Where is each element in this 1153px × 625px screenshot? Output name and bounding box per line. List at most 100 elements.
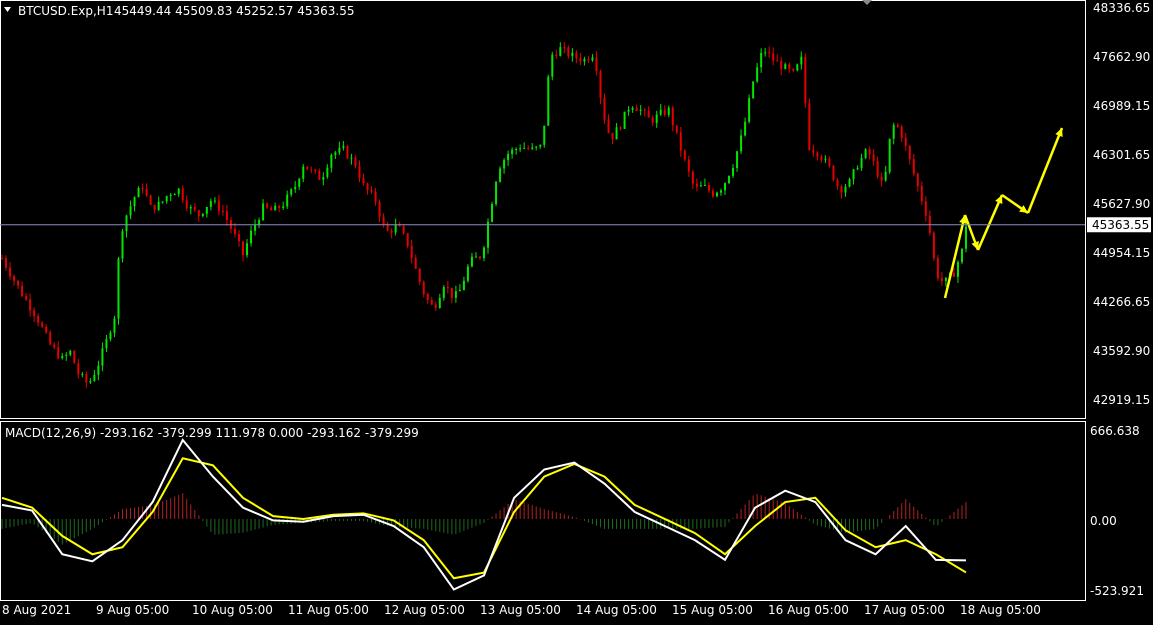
bull-candle [539,144,542,147]
bull-candle [250,230,253,244]
bull-candle [201,213,204,217]
bull-candle [350,157,353,159]
bull-candle [784,64,787,70]
bear-candle [880,176,883,181]
bull-candle [848,179,851,187]
price-tick: 46301.65 [1093,148,1150,162]
bear-candle [374,191,377,202]
bull-candle [960,248,963,263]
bull-candle [744,121,747,136]
bear-candle [611,132,614,140]
bear-candle [221,210,224,212]
bull-candle [462,280,465,291]
bull-candle [394,224,397,233]
bull-candle [844,186,847,193]
bull-candle [728,175,731,184]
bull-candle [571,52,574,57]
bear-candle [695,183,698,187]
bear-candle [643,109,646,111]
trading-terminal-window: BTCUSD.Exp,H1 45449.44 45509.83 45252.57… [0,0,1153,621]
bear-candle [792,68,795,71]
bull-candle [209,201,212,207]
bull-candle [129,206,132,216]
bear-candle [346,146,349,159]
bear-candle [936,258,939,279]
bear-candle [579,58,582,62]
bear-candle [808,103,811,150]
bear-candle [29,299,32,311]
bear-candle [836,179,839,187]
bull-candle [507,153,510,161]
one-click-trading-toggle-icon[interactable] [862,0,872,5]
bear-candle [816,152,819,157]
bear-candle [233,228,236,235]
current-price-label: 45363.55 [1092,218,1149,232]
bull-candle [322,177,325,180]
bull-candle [326,167,329,178]
bull-candle [503,160,506,169]
bull-candle [956,262,959,277]
bear-candle [266,203,269,208]
bull-candle [137,188,140,198]
chart-canvas[interactable]: BTCUSD.Exp,H1 45449.44 45509.83 45252.57… [0,0,1153,621]
bull-candle [125,215,128,232]
bull-candle [667,107,670,115]
bear-candle [679,132,682,151]
symbol-menu-triangle-icon[interactable] [4,7,11,12]
time-tick: 9 Aug 05:00 [96,603,169,617]
bear-candle [382,216,385,225]
bull-candle [89,380,92,383]
bull-candle [69,350,72,355]
bull-candle [483,247,485,259]
forecast-arrows [943,127,1064,299]
price-tick: 42919.15 [1093,393,1150,407]
bull-candle [93,374,96,381]
bear-candle [872,154,875,162]
bull-candle [286,194,289,207]
bull-candle [487,221,490,248]
bull-candle [551,54,554,77]
bull-candle [703,184,706,186]
bear-candle [402,226,405,234]
bear-candle [908,145,911,160]
bull-candle [892,124,895,139]
bull-candle [639,109,642,111]
bear-candle [13,276,16,281]
bear-candle [414,258,417,269]
bull-candle [105,339,108,349]
bear-candle [145,189,148,196]
price-tick: 44954.15 [1093,246,1150,260]
bull-candle [274,205,277,211]
bear-candle [711,190,714,197]
bear-candle [386,224,389,231]
time-axis[interactable]: 8 Aug 2021 9 Aug 05:00 10 Aug 05:00 11 A… [2,603,1041,617]
bear-candle [587,58,590,61]
bear-candle [683,150,686,160]
macd-scale-axis[interactable]: 666.638 0.00 -523.921 [1090,424,1144,598]
bear-candle [306,166,309,170]
bear-candle [607,119,610,133]
bull-candle [724,183,726,191]
forecast-segment [1026,127,1064,214]
bear-candle [900,126,903,138]
bear-candle [868,149,871,155]
bear-candle [53,344,56,348]
bull-candle [736,151,739,168]
bear-candle [768,52,771,54]
bear-candle [33,310,36,317]
bull-candle [531,147,534,149]
bull-candle [756,67,759,82]
bear-candle [671,107,674,126]
bull-candle [888,138,891,172]
bear-candle [21,285,24,297]
bull-candle [732,167,735,176]
bear-candle [85,374,88,383]
bear-candle [41,322,44,327]
bear-candle [422,281,425,295]
bull-candle [583,58,586,62]
bear-candle [924,201,927,216]
price-scale-axis[interactable]: 48336.65 47662.90 46989.15 46301.65 4562… [1093,1,1150,407]
bear-candle [181,188,184,201]
bull-candle [511,149,514,154]
bear-candle [555,54,558,56]
